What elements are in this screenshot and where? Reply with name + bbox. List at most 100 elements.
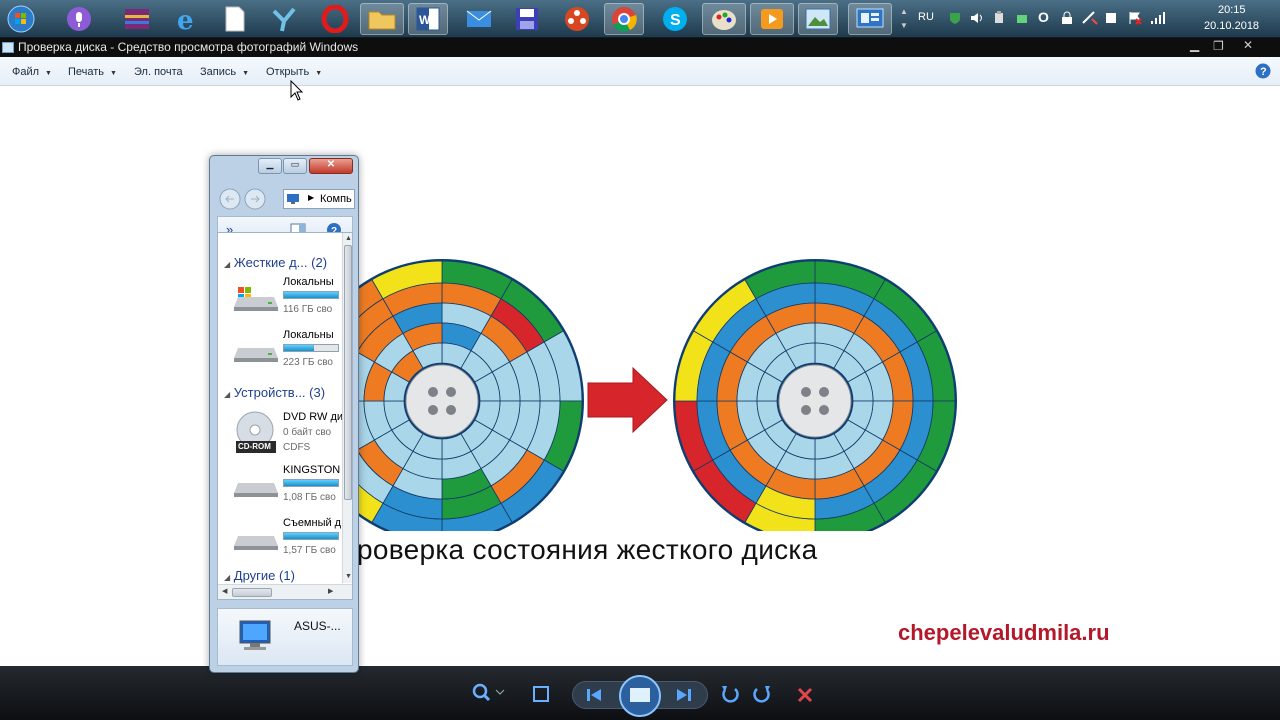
drive-item[interactable]: Съемный д 1,57 ГБ сво bbox=[218, 516, 352, 566]
opera-tray-icon[interactable]: O bbox=[1038, 9, 1049, 25]
menu-file[interactable]: Файл ▼ bbox=[12, 66, 52, 78]
mouse-cursor-icon bbox=[290, 80, 304, 101]
microphone-icon[interactable] bbox=[62, 3, 96, 35]
group-other-label: Другие (1) bbox=[233, 568, 295, 583]
drive-free-space: 0 байт сво bbox=[283, 427, 332, 438]
explorer-window[interactable]: ▁ ▭ ✕ ▶ Компь » ? ◢ Жесткие д... (2) Лок… bbox=[209, 155, 359, 673]
horizontal-scrollbar[interactable]: ◀ ▶ bbox=[218, 584, 352, 599]
minimize-button[interactable]: ▁ bbox=[1190, 38, 1199, 52]
group-other[interactable]: ◢ Другие (1) bbox=[224, 568, 295, 583]
close-button[interactable]: ✕ bbox=[1243, 38, 1253, 52]
group-hard-drives[interactable]: ◢ Жесткие д... (2) bbox=[224, 255, 327, 270]
svg-text:?: ? bbox=[1260, 66, 1267, 78]
window-title: Проверка диска - Средство просмотра фото… bbox=[18, 40, 359, 54]
drive-name: Локальны bbox=[283, 276, 334, 288]
save-disk-icon[interactable] bbox=[510, 3, 544, 35]
clock-date[interactable]: 20.10.2018 bbox=[1204, 20, 1259, 32]
computer-icon bbox=[239, 620, 271, 650]
explorer-maximize-button[interactable]: ▭ bbox=[283, 158, 307, 174]
address-text: Компь bbox=[320, 193, 352, 205]
help-icon[interactable]: ? bbox=[1255, 63, 1271, 79]
drive-name: Локальны bbox=[283, 329, 334, 341]
disk-hub bbox=[778, 364, 852, 438]
internet-explorer-icon[interactable]: e bbox=[170, 3, 204, 35]
computer-name: ASUS-... bbox=[294, 619, 341, 633]
flag-warning-icon[interactable] bbox=[1128, 11, 1142, 25]
opera-icon[interactable] bbox=[318, 3, 352, 35]
tray-scroll-icon[interactable]: ▲ ▼ bbox=[900, 5, 908, 33]
computer-small-icon bbox=[287, 194, 299, 204]
rotate-left-icon[interactable] bbox=[720, 684, 740, 704]
hub-hole bbox=[819, 387, 829, 397]
disk-defrag-illustration bbox=[300, 259, 957, 543]
drive-item[interactable]: CD-ROM DVD RW ди 0 байт сво CDFS bbox=[218, 409, 352, 459]
next-icon[interactable] bbox=[674, 686, 694, 704]
start-orb-icon[interactable] bbox=[4, 3, 38, 35]
photo-viewer-app-icon bbox=[2, 42, 14, 53]
drive-list: ◢ Жесткие д... (2) Локальны 116 ГБ сво Л… bbox=[217, 232, 353, 600]
h-scroll-thumb[interactable] bbox=[232, 588, 272, 597]
photo-viewer-icon[interactable] bbox=[798, 3, 838, 35]
drive-item[interactable]: Локальны 223 ГБ сво bbox=[218, 328, 352, 378]
svg-text:S: S bbox=[670, 12, 681, 29]
address-chevron-icon: ▶ bbox=[308, 193, 315, 202]
delete-icon[interactable] bbox=[796, 686, 814, 704]
fragmented-disk bbox=[300, 259, 584, 543]
signal-bars-icon[interactable] bbox=[1150, 10, 1166, 26]
folder-icon[interactable] bbox=[360, 3, 404, 35]
network-shield-icon[interactable] bbox=[948, 11, 962, 25]
yandex-browser-icon[interactable] bbox=[267, 3, 301, 35]
vertical-scrollbar[interactable]: ▲ ▼ bbox=[342, 233, 352, 583]
drive-item[interactable]: KINGSTON 1,08 ГБ сво bbox=[218, 463, 352, 513]
drive-filesystem: CDFS bbox=[283, 442, 311, 453]
scroll-left-icon[interactable]: ◀ bbox=[222, 587, 227, 595]
explorer-close-button[interactable]: ✕ bbox=[309, 158, 353, 174]
remote-control-icon[interactable] bbox=[848, 3, 892, 35]
menu-file-label: Файл bbox=[12, 66, 40, 78]
group-hard-drives-label: Жесткие д... (2) bbox=[233, 255, 328, 270]
scroll-thumb[interactable] bbox=[344, 245, 352, 500]
scroll-down-icon[interactable]: ▼ bbox=[345, 573, 352, 580]
action-center-icon[interactable] bbox=[1104, 11, 1118, 25]
drive-item[interactable]: Локальны 116 ГБ сво bbox=[218, 275, 352, 325]
word-icon[interactable]: W bbox=[408, 3, 448, 35]
scroll-up-icon[interactable]: ▲ bbox=[345, 235, 352, 242]
group-devices[interactable]: ◢ Устройств... (3) bbox=[224, 385, 325, 400]
drive-free-space: 1,08 ГБ сво bbox=[283, 492, 336, 503]
actual-size-icon[interactable] bbox=[532, 685, 550, 703]
back-forward-icon[interactable] bbox=[218, 187, 272, 211]
scroll-right-icon[interactable]: ▶ bbox=[328, 587, 333, 595]
previous-icon[interactable] bbox=[584, 686, 604, 704]
lock-icon[interactable] bbox=[1060, 11, 1074, 25]
explorer-minimize-button[interactable]: ▁ bbox=[258, 158, 282, 174]
volume-icon[interactable] bbox=[970, 11, 984, 25]
zoom-icon[interactable] bbox=[470, 682, 510, 704]
windows-drive-icon bbox=[234, 287, 278, 311]
menu-print[interactable]: Печать ▼ bbox=[68, 66, 117, 78]
slideshow-icon[interactable] bbox=[618, 674, 662, 718]
drive-name: KINGSTON bbox=[283, 464, 341, 476]
cloud-sync-icon[interactable] bbox=[1015, 11, 1029, 25]
drive-usage-bar bbox=[283, 479, 339, 487]
usb-drive-icon[interactable] bbox=[992, 11, 1006, 25]
menu-open-label: Открыть bbox=[266, 66, 310, 78]
menu-email[interactable]: Эл. почта bbox=[134, 66, 183, 78]
menu-open[interactable]: Открыть ▼ bbox=[266, 66, 322, 78]
rotate-right-icon[interactable] bbox=[752, 684, 772, 704]
window-titlebar: Проверка диска - Средство просмотра фото… bbox=[0, 38, 1280, 57]
paint-icon[interactable] bbox=[702, 3, 746, 35]
blank-document-icon[interactable] bbox=[218, 3, 252, 35]
menu-burn[interactable]: Запись ▼ bbox=[200, 66, 249, 78]
winrar-icon[interactable] bbox=[120, 3, 154, 35]
video-player-icon[interactable] bbox=[750, 3, 794, 35]
language-indicator[interactable]: RU bbox=[918, 11, 934, 23]
restore-button[interactable]: ❐ bbox=[1213, 39, 1224, 53]
drive-usage-bar bbox=[283, 532, 339, 540]
chrome-icon[interactable] bbox=[604, 3, 644, 35]
mail-icon[interactable] bbox=[462, 3, 496, 35]
media-reel-icon[interactable] bbox=[560, 3, 594, 35]
address-bar[interactable]: ▶ Компь bbox=[283, 189, 355, 209]
pen-tool-icon[interactable] bbox=[1082, 11, 1098, 25]
skype-icon[interactable]: S bbox=[658, 3, 692, 35]
clock-time[interactable]: 20:15 bbox=[1218, 4, 1246, 16]
